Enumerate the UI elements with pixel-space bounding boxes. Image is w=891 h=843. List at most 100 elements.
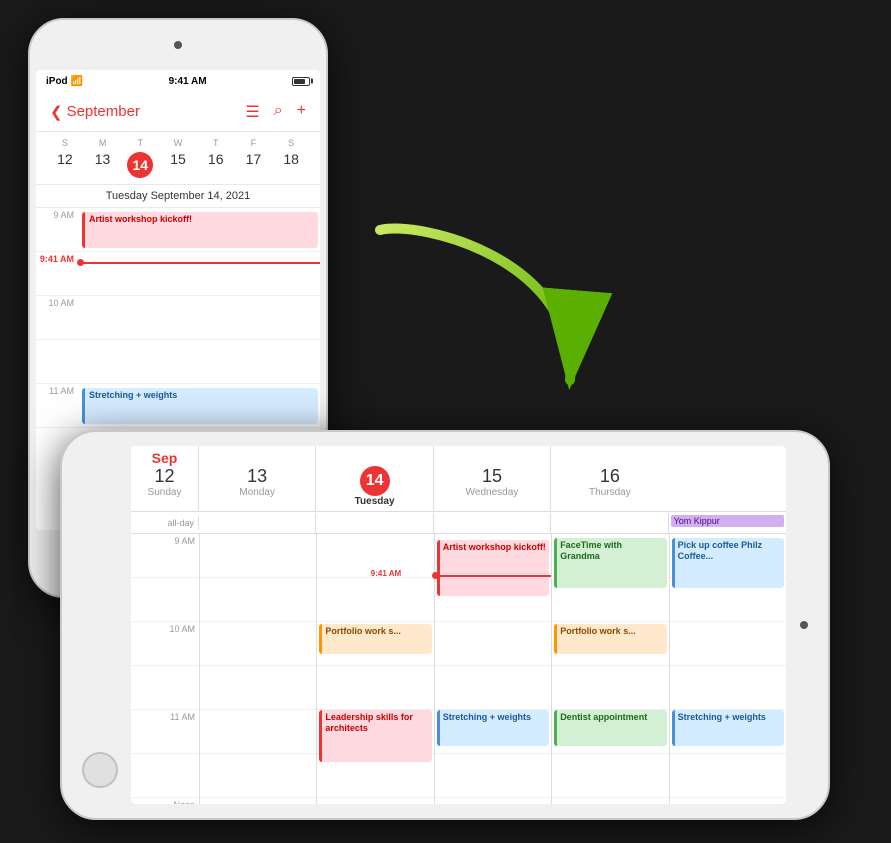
time-label-11am: 11 AM [36, 386, 80, 396]
weekday-thursday: Thursday [553, 487, 666, 498]
day-col-6: S 18 [272, 138, 310, 178]
time-content-11am: Stretching + weights [80, 386, 320, 427]
now-time-label: 9:41 AM [371, 569, 401, 578]
time-content-9am: Artist workshop kickoff! [80, 210, 320, 251]
header-cell-14: - 14 Tuesday [316, 446, 433, 511]
sunday-10am [200, 622, 316, 666]
day-col-1: M 13 [84, 138, 122, 178]
status-bar-v: iPod 📶 9:41 AM [36, 70, 320, 92]
event-portfolio-monday[interactable]: Portfolio work s... [319, 624, 431, 654]
sunday-1130 [200, 754, 316, 798]
list-icon[interactable]: ☰ [245, 102, 259, 122]
arrow-svg [340, 200, 620, 420]
sunday-11am [200, 710, 316, 754]
month-label-h: Sep [133, 450, 196, 466]
calendar-grid-h: 9 AM 10 AM 11 AM Noon 1 PM [131, 534, 786, 804]
week-row-v: S 12 M 13 T 14 W 15 T 16 [36, 132, 320, 185]
ipod-horizontal: Sep 12 Sunday - 13 Monday - 14 Tuesday -… [60, 430, 830, 820]
ts-1130 [131, 754, 199, 798]
header-icons: ☰ ⌕ + [245, 102, 306, 122]
allday-cell-16: Yom Kippur [669, 513, 786, 533]
allday-row: all-day Yom Kippur [131, 512, 786, 534]
event-facetime-grandma[interactable]: FaceTime with Grandma [554, 538, 666, 588]
event-portfolio-wednesday[interactable]: Portfolio work s... [554, 624, 666, 654]
event-dentist[interactable]: Dentist appointment [554, 710, 666, 746]
wifi-icon: 📶 [71, 76, 83, 87]
camera-v [174, 41, 182, 49]
search-icon[interactable]: ⌕ [274, 102, 283, 122]
time-label-10am: 10 AM [36, 298, 80, 308]
back-chevron-icon[interactable]: ❮ [50, 103, 63, 121]
day-col-tuesday: 9:41 AM Artist workshop kickoff! Stretch… [434, 534, 551, 804]
event-stretching-thursday[interactable]: Stretching + weights [672, 710, 784, 746]
now-line-h: 9:41 AM [435, 575, 551, 577]
date-13[interactable]: 13 [201, 466, 313, 487]
allday-cell-14 [434, 513, 551, 533]
ts-9am: 9 AM [131, 534, 199, 578]
header-cell-16: - 16 Thursday [551, 446, 668, 511]
battery-icon [292, 77, 310, 86]
allday-cell-13 [316, 513, 433, 533]
event-leadership[interactable]: Leadership skills for architects [319, 710, 431, 762]
time-row-9am: 9 AM Artist workshop kickoff! [36, 208, 320, 252]
event-artist-workshop-v[interactable]: Artist workshop kickoff! [82, 212, 318, 248]
screen-h: Sep 12 Sunday - 13 Monday - 14 Tuesday -… [131, 446, 786, 804]
time-content-941 [80, 254, 320, 295]
ts-10am: 10 AM [131, 622, 199, 666]
time-label-9am: 9 AM [36, 210, 80, 220]
calendar-h: Sep 12 Sunday - 13 Monday - 14 Tuesday -… [131, 446, 786, 804]
time-row-10am: 10 AM [36, 296, 320, 340]
sunday-930 [200, 578, 316, 622]
add-icon[interactable]: + [297, 102, 306, 122]
calendar-header-h: Sep 12 Sunday - 13 Monday - 14 Tuesday -… [131, 446, 786, 512]
time-label: 9:41 AM [169, 76, 207, 87]
header-cell-15: - 15 Wednesday [434, 446, 551, 511]
event-yom-kippur[interactable]: Yom Kippur [671, 515, 784, 527]
header-cell-13: - 13 Monday [199, 446, 316, 511]
time-row-11am: 11 AM Stretching + weights [36, 384, 320, 428]
date-14-today[interactable]: 14 [360, 466, 390, 496]
now-line-v [80, 262, 320, 264]
time-label-941: 9:41 AM [36, 254, 80, 264]
device-top-v [30, 20, 326, 70]
month-label-v: September [67, 103, 140, 120]
weekday-sunday: Sunday [133, 487, 196, 498]
date-12[interactable]: 12 [133, 466, 196, 487]
ts-930 [131, 578, 199, 622]
week-days-v: S 12 M 13 T 14 W 15 T 16 [46, 138, 310, 178]
day-col-thursday: Pick up coffee Philz Coffee... Stretchin… [669, 534, 786, 804]
day-col-0: S 12 [46, 138, 84, 178]
event-pickup-coffee[interactable]: Pick up coffee Philz Coffee... [672, 538, 784, 588]
weekday-monday: Monday [201, 487, 313, 498]
date-16[interactable]: 16 [553, 466, 666, 487]
ts-noon: Noon [131, 798, 199, 804]
carrier-label: iPod [46, 76, 68, 87]
weekday-wednesday: Wednesday [436, 487, 548, 498]
day-col-sunday [199, 534, 316, 804]
allday-cell-12 [199, 513, 316, 533]
event-artist-workshop-h[interactable]: Artist workshop kickoff! [437, 540, 549, 596]
device-right-h [790, 432, 818, 818]
day-col-3: W 15 [159, 138, 197, 178]
weekday-tuesday: Tuesday [318, 496, 430, 507]
allday-label: all-day [131, 516, 199, 530]
day-col-wednesday: FaceTime with Grandma Portfolio work s..… [551, 534, 668, 804]
date-15[interactable]: 15 [436, 466, 548, 487]
time-row-941: 9:41 AM [36, 252, 320, 296]
allday-cell-15 [551, 513, 668, 533]
ts-11am: 11 AM [131, 710, 199, 754]
ts-1030 [131, 666, 199, 710]
header-cell-sep: Sep 12 Sunday [131, 446, 199, 511]
time-row-1030 [36, 340, 320, 384]
day-col-5: F 17 [235, 138, 273, 178]
month-nav[interactable]: ❮ September [50, 103, 140, 121]
event-stretching-tuesday[interactable]: Stretching + weights [437, 710, 549, 746]
time-content-10am [80, 298, 320, 339]
sunday-9am [200, 534, 316, 578]
time-col-h: 9 AM 10 AM 11 AM Noon 1 PM [131, 534, 199, 804]
camera-h [800, 621, 808, 629]
date-subtitle-v: Tuesday September 14, 2021 [36, 185, 320, 208]
calendar-header-v: ❮ September ☰ ⌕ + [36, 92, 320, 132]
event-stretching-v[interactable]: Stretching + weights [82, 388, 318, 424]
home-button-h[interactable] [82, 752, 118, 788]
